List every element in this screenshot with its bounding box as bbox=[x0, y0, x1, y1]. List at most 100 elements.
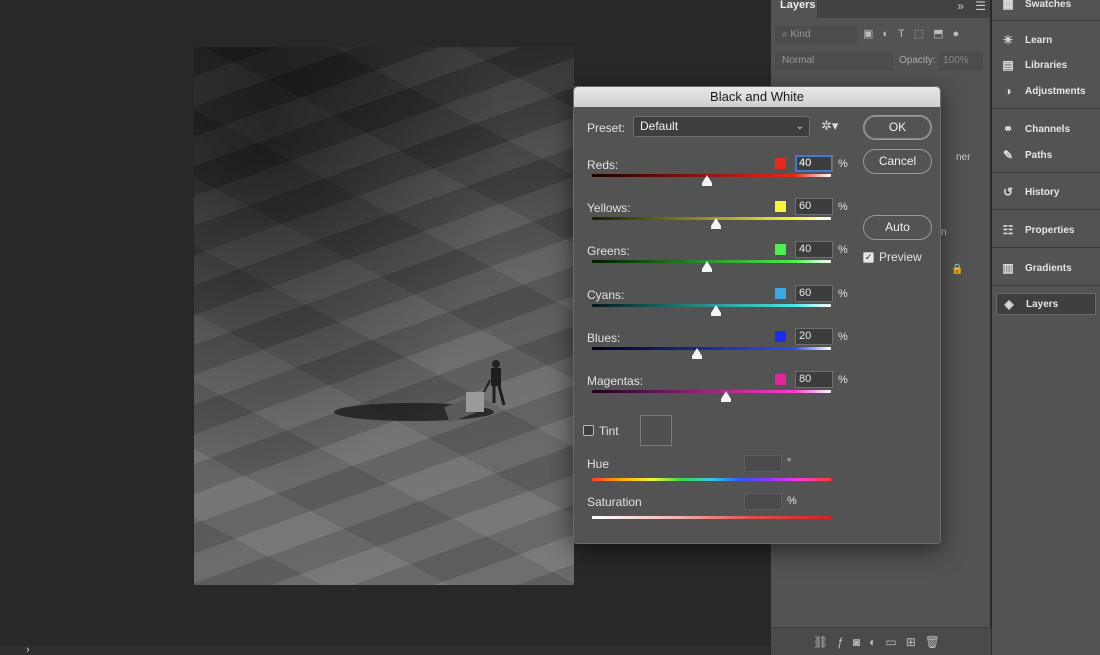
color-swatch bbox=[775, 287, 786, 299]
dock-divider bbox=[992, 172, 1100, 173]
dock-item-label: Properties bbox=[1025, 224, 1075, 236]
saturation-slider[interactable] bbox=[592, 516, 831, 519]
history-icon: ↺ bbox=[1002, 185, 1014, 199]
color-swatch bbox=[775, 374, 786, 385]
dock-item-label: Learn bbox=[1025, 34, 1053, 46]
libraries-icon: ▤ bbox=[1002, 58, 1014, 72]
preview-label: Preview bbox=[879, 250, 922, 264]
kind-filter-select[interactable]: ⌕ Kind bbox=[775, 26, 857, 44]
color-value-field[interactable]: 40 bbox=[795, 241, 833, 259]
color-value-field[interactable]: 40 bbox=[795, 155, 833, 172]
color-slider-row: Greens: 40% bbox=[574, 241, 864, 284]
percent-label: % bbox=[838, 330, 848, 343]
panel-menu-icon[interactable]: ☰ bbox=[975, 0, 986, 13]
dock-item-label: Gradients bbox=[1025, 262, 1072, 274]
tint-color-swatch[interactable] bbox=[640, 415, 672, 446]
color-value-field[interactable]: 60 bbox=[795, 198, 833, 216]
collapse-panel-icon[interactable]: » bbox=[957, 0, 964, 13]
color-swatch bbox=[775, 158, 786, 169]
dock-item-gradients[interactable]: ▥ Gradients bbox=[996, 257, 1096, 279]
chevron-down-icon: ⌄ bbox=[795, 121, 804, 132]
color-value-field[interactable]: 20 bbox=[795, 327, 833, 345]
color-name-label: Yellows: bbox=[587, 201, 631, 216]
ok-button[interactable]: OK bbox=[863, 115, 932, 140]
layer-name-fragment: ner bbox=[956, 152, 971, 163]
auto-button[interactable]: Auto bbox=[863, 215, 932, 240]
dock-item-paths[interactable]: ✎ Paths bbox=[996, 144, 1096, 166]
color-value-field[interactable]: 80 bbox=[795, 371, 833, 388]
color-slider-track[interactable] bbox=[592, 390, 831, 393]
saturation-unit: % bbox=[787, 495, 797, 507]
color-name-label: Cyans: bbox=[587, 287, 625, 302]
layer-name-fragment-2: n bbox=[941, 227, 947, 238]
channels-icon: ⚭ bbox=[1002, 122, 1014, 136]
gradients-icon: ▥ bbox=[1002, 261, 1014, 275]
opacity-label: Opacity: bbox=[899, 55, 936, 66]
layers-footer-toolbar[interactable]: ⛓ƒ◙◐▭⊞🗑 bbox=[771, 627, 991, 655]
preview-checkbox[interactable]: ✓ bbox=[863, 252, 874, 263]
dock-item-history[interactable]: ↺ History bbox=[996, 181, 1096, 203]
preset-select[interactable]: Default ⌄ bbox=[633, 116, 810, 137]
color-name-label: Greens: bbox=[587, 244, 630, 259]
color-name-label: Blues: bbox=[587, 330, 621, 345]
color-swatch bbox=[775, 330, 786, 342]
color-slider-row: Blues: 20% bbox=[574, 327, 864, 371]
percent-label: % bbox=[838, 244, 848, 257]
color-slider-track[interactable] bbox=[592, 346, 831, 350]
preset-value: Default bbox=[640, 119, 679, 133]
dock-item-properties[interactable]: ☷ Properties bbox=[996, 219, 1096, 241]
dock-item-libraries[interactable]: ▤ Libraries bbox=[996, 54, 1096, 76]
dock-item-label: Libraries bbox=[1025, 59, 1068, 71]
color-value-field[interactable]: 60 bbox=[795, 284, 833, 302]
document-canvas-image[interactable] bbox=[194, 47, 574, 585]
color-slider-row: Reds: 40% bbox=[574, 155, 864, 198]
lightbulb-icon: ☀ bbox=[1002, 33, 1014, 47]
hue-slider[interactable] bbox=[592, 478, 831, 481]
saturation-label: Saturation bbox=[587, 495, 642, 509]
percent-label: % bbox=[838, 287, 848, 300]
dock-item-swatches[interactable]: ▦ Swatches bbox=[996, 0, 1096, 15]
dock-item-label: Paths bbox=[1025, 149, 1053, 161]
status-bar bbox=[0, 646, 770, 655]
dock-divider bbox=[992, 247, 1100, 248]
hue-label: Hue bbox=[587, 457, 610, 471]
dock-item-label: Swatches bbox=[1025, 0, 1072, 10]
percent-label: % bbox=[838, 201, 848, 214]
dock-item-adjustments[interactable]: ◑ Adjustments bbox=[996, 80, 1096, 102]
black-and-white-dialog: Black and White Preset: Default ⌄ ✲▾ OK … bbox=[573, 86, 941, 544]
percent-label: % bbox=[838, 374, 848, 386]
percent-label: % bbox=[838, 158, 848, 170]
color-name-label: Magentas: bbox=[587, 374, 644, 388]
dialog-title: Black and White bbox=[574, 87, 940, 107]
layers-tabbar: Layers » ☰ bbox=[771, 0, 990, 18]
gear-icon[interactable]: ✲▾ bbox=[821, 118, 838, 134]
paths-icon: ✎ bbox=[1002, 148, 1014, 162]
hue-field[interactable] bbox=[744, 455, 782, 472]
dock-divider bbox=[992, 285, 1100, 286]
color-swatch bbox=[775, 201, 786, 213]
cancel-button[interactable]: Cancel bbox=[863, 149, 932, 174]
properties-icon: ☷ bbox=[1002, 223, 1014, 237]
dock-divider bbox=[992, 108, 1100, 109]
color-slider-row: Yellows: 60% bbox=[574, 198, 864, 241]
lock-icon: 🔒 bbox=[951, 264, 964, 275]
dock-item-label: Channels bbox=[1025, 123, 1071, 135]
dock-divider bbox=[992, 209, 1100, 210]
dock-divider bbox=[992, 20, 1100, 21]
color-slider-row: Magentas: 80% bbox=[574, 371, 864, 414]
lawn-mower-figure bbox=[334, 360, 506, 423]
tint-checkbox[interactable] bbox=[583, 425, 594, 436]
saturation-field[interactable] bbox=[744, 493, 782, 510]
adjustments-icon: ◑ bbox=[1004, 84, 1012, 98]
dock-item-layers[interactable]: ◈ Layers bbox=[996, 293, 1096, 315]
dock-item-learn[interactable]: ☀ Learn bbox=[996, 29, 1096, 51]
color-swatch bbox=[775, 244, 786, 256]
status-chevron-icon[interactable]: › bbox=[26, 644, 30, 655]
opacity-field[interactable]: 100% bbox=[939, 52, 983, 70]
blend-mode-select[interactable]: Normal bbox=[775, 52, 893, 70]
hue-unit: ° bbox=[787, 457, 792, 469]
kind-filter-label: Kind bbox=[790, 29, 811, 40]
layer-filter-icons[interactable]: ▣◐T⬚⬒● bbox=[863, 27, 968, 40]
dock-item-channels[interactable]: ⚭ Channels bbox=[996, 118, 1096, 140]
tab-layers[interactable]: Layers bbox=[771, 0, 817, 18]
